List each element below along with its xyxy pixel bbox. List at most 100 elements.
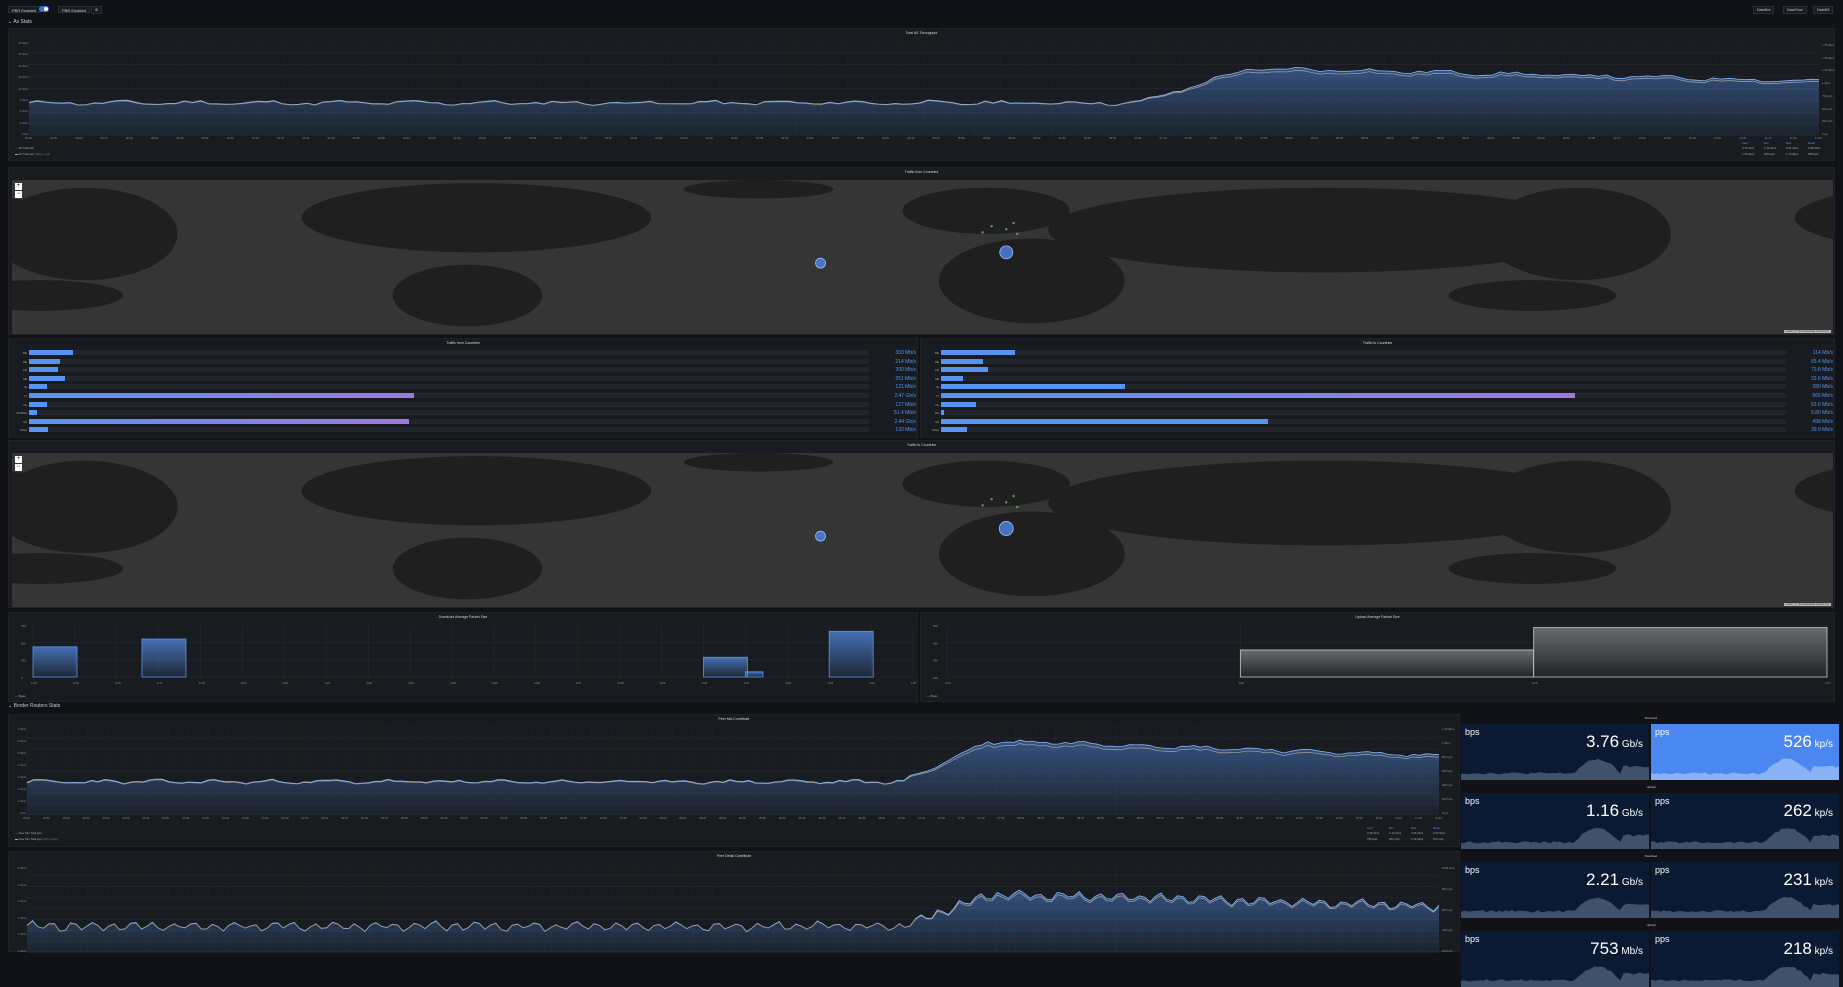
stat-panel[interactable]: pps262 kp/s	[1651, 793, 1839, 849]
traffic-marker[interactable]	[999, 521, 1013, 535]
stat-group-title: Upload	[1461, 785, 1841, 789]
bar-gauge-row[interactable]: FR73.8 Mb/s	[923, 367, 1833, 372]
map-canvas	[12, 180, 1833, 334]
x-tick-label: 08:50	[1117, 816, 1124, 820]
bar-gauge-row[interactable]: US498 Mb/s	[923, 419, 1833, 424]
legend-value: 796 kp/s	[1367, 837, 1389, 841]
traffic-marker-small[interactable]	[1016, 233, 1018, 235]
traffic-marker[interactable]	[816, 258, 826, 268]
legend-item[interactable]: ▬ AS Total pps (right y-axis)1.09 Mp/s46…	[15, 152, 1830, 156]
row-border-routers[interactable]: ⌄ Border Routers Stats	[8, 703, 60, 709]
landmass	[1485, 461, 1671, 553]
throughput-chart[interactable]	[29, 41, 1819, 136]
traffic-marker-small[interactable]	[1012, 495, 1014, 497]
bar-gauge-row[interactable]: US2.44 Gb/s	[11, 419, 916, 424]
legend-item[interactable]: — Peer Mix Total bps3.30 Gb/s1.42 Gb/s4.…	[15, 831, 1455, 835]
traffic-marker-small[interactable]	[1005, 228, 1007, 230]
gear-icon[interactable]: ⚙	[91, 6, 102, 14]
legend-value: 469 kp/s	[1764, 152, 1786, 156]
map-attribution[interactable]: Leaflet | © OpenStreetMap contributors	[1784, 603, 1832, 606]
legend-values: 796 kp/s281 kp/s1.09 Mp/s571 kp/s	[1367, 837, 1455, 841]
y-tick-label: 4 Gb/s	[18, 763, 26, 767]
bar-gauge-row[interactable]: Other133 Mb/s	[11, 427, 916, 432]
zoom-out-button[interactable]: −	[15, 191, 22, 198]
peer-detail-chart[interactable]	[27, 864, 1439, 953]
x-tick-label: 06:30	[838, 816, 845, 820]
panel-title: Traffic from Countries	[9, 170, 1834, 174]
chart-legend: — Bytes	[927, 694, 938, 698]
traffic-marker[interactable]	[1000, 246, 1013, 259]
x-tick-label: 05:00	[832, 136, 839, 140]
stat-panel[interactable]: bps753 Mb/s	[1461, 931, 1649, 987]
dashboard-link-2[interactable]: DashFlow	[1783, 6, 1807, 14]
bar-gauge-row[interactable]: IT2.47 Gb/s	[11, 393, 916, 398]
series-step	[829, 631, 873, 677]
stat-panel[interactable]: bps3.76 Gb/s	[1461, 724, 1649, 780]
bar-gauge-row[interactable]: IE121 Mb/s	[11, 384, 916, 389]
zoom-in-button[interactable]: +	[15, 456, 22, 463]
dashboard-link-3[interactable]: DashB3	[1813, 6, 1833, 14]
legend-item[interactable]: — AS Total bps3.76 Gb/s2.19 Gb/s5.91 Gb/…	[15, 146, 1830, 150]
bar-track	[941, 350, 1786, 355]
download-packet-chart[interactable]: 75050025001/141/151/161/171/181/191/201/…	[21, 625, 916, 691]
bar-gauge-row[interactable]: Other39.9 Mb/s	[923, 427, 1833, 432]
stat-panel[interactable]: bps1.16 Gb/s	[1461, 793, 1649, 849]
map-attribution[interactable]: Leaflet | © OpenStreetMap contributors	[1784, 330, 1832, 333]
row-as-stats[interactable]: ⌄ As Stats	[8, 19, 32, 25]
bar-gauge-row[interactable]: RU5.80 Mb/s	[923, 410, 1833, 415]
upload-packet-chart[interactable]: 5004003002001/141/151/161/17	[933, 625, 1833, 691]
x-tick-label: 10:00	[1588, 136, 1595, 140]
traffic-marker-small[interactable]	[981, 231, 983, 233]
dashboard-link-1[interactable]: DashBot	[1753, 6, 1774, 14]
stat-panel[interactable]: pps231 kp/s	[1651, 862, 1839, 918]
legend-label: Bytes	[19, 694, 26, 698]
sparkline-area	[1651, 758, 1839, 780]
bar-gauge-row[interactable]: NL127 Mb/s	[11, 402, 916, 407]
bar-gauge-row[interactable]: RUSSIA51.4 Mb/s	[11, 410, 916, 415]
world-map[interactable]: + − Leaflet | © OpenStreetMap contributo…	[12, 453, 1833, 607]
bar-gauge-row[interactable]: IE280 Mb/s	[923, 384, 1833, 389]
traffic-marker-small[interactable]	[1016, 506, 1018, 508]
bar-gauge-row[interactable]: NL53.6 Mb/s	[923, 402, 1833, 407]
traffic-marker-small[interactable]	[990, 498, 992, 500]
y-axis-left: 4 Gb/s3 Gb/s3 Gb/s2 Gb/s2 Gb/s1 Gb/s	[9, 866, 27, 953]
peer-detail-panel: Peer Detail Contribute 4 Gb/s3 Gb/s3 Gb/…	[8, 851, 1460, 952]
legend-value: 1.09 Mp/s	[1411, 837, 1433, 841]
world-map[interactable]: + − Leaflet | © OpenStreetMap contributo…	[12, 180, 1833, 334]
throughput-panel: Total AS Throughput 10 Gb/s10 Gb/s10 Gb/…	[8, 28, 1835, 161]
pbr-toggle[interactable]	[39, 6, 49, 12]
x-tick-label: 00:10	[101, 136, 108, 140]
traffic-marker[interactable]	[816, 531, 826, 541]
peer-mix-chart[interactable]	[27, 727, 1439, 815]
stat-panel[interactable]: pps526 kp/s	[1651, 724, 1839, 780]
stat-label: pps	[1655, 934, 1670, 944]
bar-gauge-row[interactable]: IT965 Mb/s	[923, 393, 1833, 398]
bar-gauge-row[interactable]: DE214 Mb/s	[11, 359, 916, 364]
legend-item[interactable]: ▬ Peer Mix Total pps (right y-axis)796 k…	[15, 837, 1455, 841]
traffic-marker-small[interactable]	[1005, 501, 1007, 503]
x-tick-label: 01:30	[302, 136, 309, 140]
x-tick-label: 02:30	[454, 136, 461, 140]
y-axis-left: 10 Gb/s10 Gb/s10 Gb/s10 Gb/s10 Gb/s0 Gb/…	[9, 41, 29, 136]
legend-header: Max	[1786, 141, 1808, 145]
stat-panel[interactable]: pps218 kp/s	[1651, 931, 1839, 987]
bar-gauge-row[interactable]: BG303 Mb/s	[11, 350, 916, 355]
zoom-out-button[interactable]: −	[15, 464, 22, 471]
bar-gauge-row[interactable]: BG114 Mb/s	[923, 350, 1833, 355]
x-tick-label: 10:40	[1336, 816, 1343, 820]
x-tick-label: 10:10	[1613, 136, 1620, 140]
zoom-in-button[interactable]: +	[15, 183, 22, 190]
y-tick-label: 1 Mp/s	[1822, 81, 1830, 85]
x-tick-label: 03:20	[461, 816, 468, 820]
bar-gauge-row[interactable]: GB33.6 Mb/s	[923, 376, 1833, 381]
traffic-marker-small[interactable]	[981, 504, 983, 506]
bar-gauge-row[interactable]: FR200 Mb/s	[11, 367, 916, 372]
stat-panel[interactable]: bps2.21 Gb/s	[1461, 862, 1649, 918]
traffic-marker-small[interactable]	[1012, 222, 1014, 224]
y-tick-label: 3 Gb/s	[18, 775, 26, 779]
x-tick-label: 1/22	[366, 681, 372, 685]
bar-gauge-row[interactable]: DE65.4 Mb/s	[923, 359, 1833, 364]
x-tick-label: 11:20	[1790, 136, 1797, 140]
bar-gauge-row[interactable]: GB251 Mb/s	[11, 376, 916, 381]
traffic-marker-small[interactable]	[990, 225, 992, 227]
